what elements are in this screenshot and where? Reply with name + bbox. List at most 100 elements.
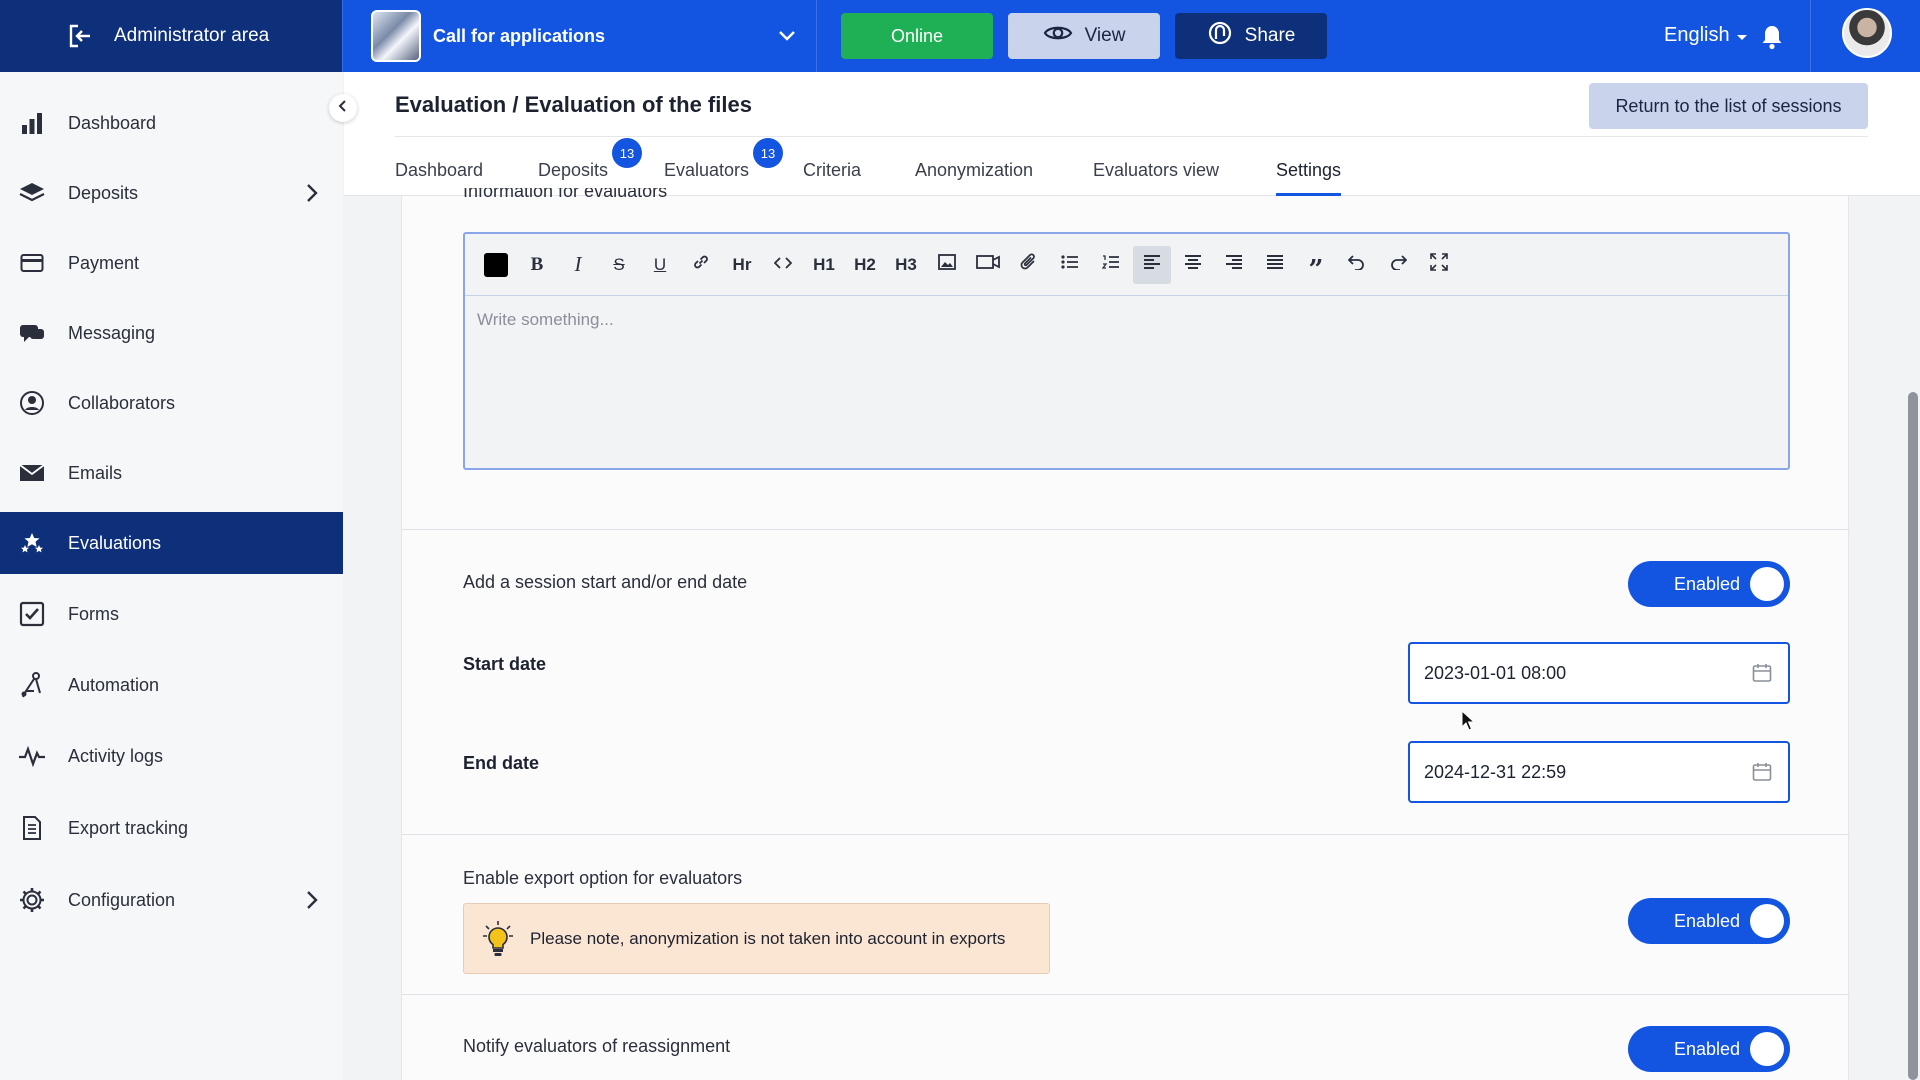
heading3-button[interactable]: H3 (887, 246, 925, 284)
sidebar-item-label: Automation (68, 674, 160, 695)
project-thumbnail (371, 10, 421, 62)
end-date-input[interactable]: 2024-12-31 22:59 (1408, 741, 1790, 803)
sidebar-item-emails[interactable]: Emails (0, 442, 343, 504)
export-option-label: Enable export option for evaluators (463, 868, 743, 888)
sidebar-item-configuration[interactable]: Configuration (0, 869, 343, 931)
sidebar-item-label: Export tracking (68, 817, 189, 838)
heading1-button[interactable]: H1 (805, 246, 843, 284)
share-button[interactable]: Share (1175, 13, 1327, 59)
sidebar-item-automation[interactable]: Automation (0, 654, 343, 716)
code-button[interactable] (764, 246, 802, 284)
image-button[interactable] (928, 246, 966, 284)
tab-evaluators-view[interactable]: Evaluators view (1093, 160, 1219, 196)
start-date-label: Start date (463, 654, 547, 674)
return-to-sessions-button[interactable]: Return to the list of sessions (1589, 83, 1868, 129)
sidebar-item-export-tracking[interactable]: Export tracking (0, 797, 343, 859)
sidebar-item-dashboard[interactable]: Dashboard (0, 92, 343, 154)
section-divider (402, 834, 1850, 835)
heading2-button[interactable]: H2 (846, 246, 884, 284)
link-icon (692, 253, 710, 276)
view-button[interactable]: View (1008, 13, 1160, 59)
language-selector[interactable]: English (1664, 24, 1748, 47)
sidebar-item-label: Messaging (68, 322, 156, 343)
online-button[interactable]: Online (841, 13, 993, 59)
calendar-icon[interactable] (1752, 762, 1772, 782)
sidebar-item-label: Payment (68, 252, 140, 273)
editor-label: Information for evaluators (463, 188, 668, 201)
video-button[interactable] (969, 246, 1007, 284)
redo-button[interactable] (1379, 246, 1417, 284)
session-dates-toggle[interactable]: Enabled (1628, 561, 1790, 607)
start-date-input[interactable]: 2023-01-01 08:00 (1408, 642, 1790, 704)
attachment-button[interactable] (1010, 246, 1048, 284)
tab-evaluators[interactable]: Evaluators 13 (664, 138, 783, 196)
avatar[interactable] (1842, 8, 1892, 58)
sidebar-item-payment[interactable]: Payment (0, 232, 343, 294)
toggle-label: Enabled (1674, 1038, 1741, 1059)
h1-label: H1 (813, 254, 835, 274)
count-badge: 13 (612, 138, 642, 168)
collapse-sidebar-button[interactable] (329, 94, 357, 122)
project-selector[interactable]: Call for applications (343, 0, 817, 72)
mouse-cursor-icon (1461, 709, 1476, 732)
bold-icon: B (530, 253, 544, 275)
tab-settings[interactable]: Settings (1276, 160, 1342, 196)
header-divider (395, 136, 1868, 137)
tab-criteria[interactable]: Criteria (803, 160, 861, 196)
exit-icon (66, 22, 94, 50)
eye-icon (1043, 23, 1073, 49)
rich-text-editor[interactable]: B I S U Hr H1 H2 H3 ” Write something... (463, 232, 1790, 470)
align-left-button[interactable] (1133, 245, 1171, 284)
bell-icon[interactable] (1760, 24, 1784, 50)
numbered-list-button[interactable] (1092, 246, 1130, 284)
admin-area-label: Administrator area (114, 25, 270, 46)
undo-button[interactable] (1338, 246, 1376, 284)
page-header: Evaluation / Evaluation of the files Ret… (344, 72, 1920, 196)
notify-reassignment-toggle[interactable]: Enabled (1628, 1026, 1790, 1072)
link-button[interactable] (682, 246, 720, 284)
align-center-button[interactable] (1174, 246, 1212, 284)
calendar-icon[interactable] (1752, 663, 1772, 683)
export-option-toggle[interactable]: Enabled (1628, 898, 1790, 944)
align-right-button[interactable] (1215, 246, 1253, 284)
italic-button[interactable]: I (559, 246, 597, 284)
text-color-button[interactable] (477, 246, 515, 284)
color-swatch-icon (484, 252, 508, 277)
editor-content[interactable]: Write something... (465, 296, 1788, 344)
admin-area-link[interactable]: Administrator area (0, 0, 343, 72)
chevron-left-icon (337, 99, 349, 117)
sidebar: Dashboard Deposits Payment Messaging Col… (0, 72, 343, 1080)
sidebar-item-collaborators[interactable]: Collaborators (0, 372, 343, 434)
sidebar-item-deposits[interactable]: Deposits (0, 162, 343, 224)
bold-button[interactable]: B (518, 246, 556, 284)
breadcrumb: Evaluation / Evaluation of the files (395, 92, 752, 117)
tab-anonymization[interactable]: Anonymization (915, 160, 1033, 196)
export-notice: Please note, anonymization is not taken … (463, 903, 1050, 974)
bullet-list-button[interactable] (1051, 246, 1089, 284)
align-center-icon (1184, 254, 1202, 275)
blockquote-button[interactable]: ” (1297, 246, 1335, 284)
checkbox-icon (18, 600, 46, 628)
align-justify-icon (1266, 254, 1284, 275)
caret-down-icon (1736, 24, 1748, 47)
sidebar-item-activity-logs[interactable]: Activity logs (0, 725, 343, 787)
toggle-knob (1750, 1032, 1784, 1066)
bar-chart-icon (18, 109, 46, 137)
underline-button[interactable]: U (641, 246, 679, 284)
sidebar-item-label: Activity logs (68, 745, 164, 766)
count-badge: 13 (753, 138, 783, 168)
document-icon (18, 814, 46, 842)
align-justify-button[interactable] (1256, 246, 1294, 284)
sidebar-item-messaging[interactable]: Messaging (0, 302, 343, 364)
horizontal-rule-button[interactable]: Hr (723, 246, 761, 284)
chat-icon (18, 319, 46, 347)
expand-icon (1430, 253, 1448, 276)
redo-icon (1389, 254, 1408, 275)
sidebar-item-evaluations[interactable]: Evaluations (0, 512, 343, 574)
fullscreen-button[interactable] (1420, 246, 1458, 284)
scrollbar-thumb[interactable] (1908, 392, 1918, 1080)
tab-label: Evaluators (664, 160, 750, 180)
sidebar-item-forms[interactable]: Forms (0, 583, 343, 645)
video-icon (976, 254, 1000, 275)
strikethrough-button[interactable]: S (600, 246, 638, 284)
